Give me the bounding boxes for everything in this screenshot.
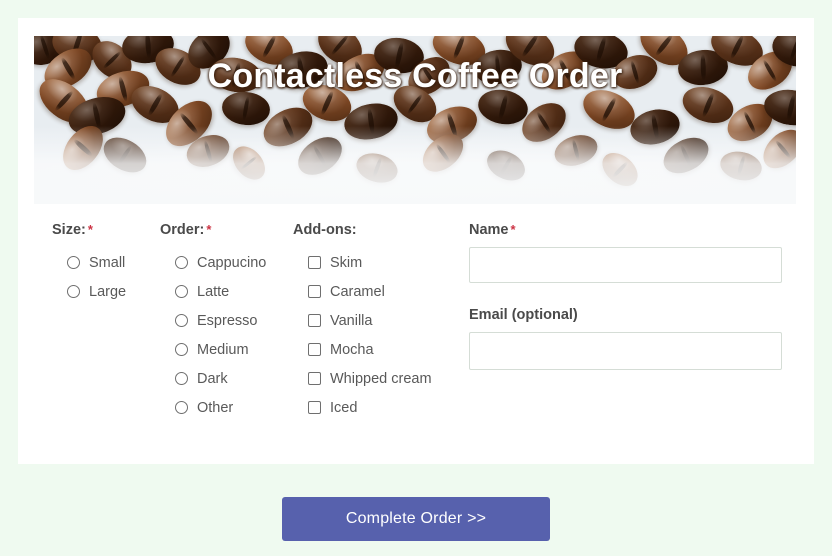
radio-icon[interactable] <box>175 372 188 385</box>
radio-option-latte[interactable]: Latte <box>160 277 308 306</box>
radio-icon[interactable] <box>175 285 188 298</box>
name-required-marker: * <box>510 222 516 237</box>
option-label: Mocha <box>330 341 374 358</box>
checkbox-option-iced[interactable]: Iced <box>293 393 473 422</box>
checkbox-option-vanilla[interactable]: Vanilla <box>293 306 473 335</box>
option-label: Vanilla <box>330 312 373 329</box>
radio-option-cappucino[interactable]: Cappucino <box>160 248 308 277</box>
name-label-text: Name <box>469 222 509 238</box>
radio-option-other[interactable]: Other <box>160 393 308 422</box>
size-group: Size: * Small Large <box>52 222 156 306</box>
checkbox-option-caramel[interactable]: Caramel <box>293 277 473 306</box>
size-group-label: Size: * <box>52 222 156 238</box>
checkbox-option-mocha[interactable]: Mocha <box>293 335 473 364</box>
option-label: Dark <box>197 370 228 387</box>
name-input[interactable] <box>469 247 782 283</box>
radio-option-dark[interactable]: Dark <box>160 364 308 393</box>
option-label: Other <box>197 399 234 416</box>
email-input[interactable] <box>469 332 782 370</box>
order-form-card: Contactless Coffee Order Size: * Small La… <box>18 18 814 464</box>
contact-fields: Name * Email (optional) <box>469 222 799 370</box>
option-label: Whipped cream <box>330 370 432 387</box>
checkbox-icon[interactable] <box>308 285 321 298</box>
checkbox-icon[interactable] <box>308 401 321 414</box>
option-label: Cappucino <box>197 254 267 271</box>
option-label: Medium <box>197 341 249 358</box>
radio-option-small[interactable]: Small <box>52 248 156 277</box>
radio-icon[interactable] <box>175 314 188 327</box>
order-required-marker: * <box>206 222 212 237</box>
checkbox-icon[interactable] <box>308 256 321 269</box>
addons-group: Add-ons: Skim Caramel Vanilla Mocha Whip… <box>293 222 473 422</box>
complete-order-button[interactable]: Complete Order >> <box>282 497 550 541</box>
page-title: Contactless Coffee Order <box>207 57 623 95</box>
option-label: Large <box>89 283 127 300</box>
size-label-text: Size: <box>52 222 86 238</box>
radio-icon[interactable] <box>175 343 188 356</box>
email-field-block: Email (optional) <box>469 307 799 370</box>
addons-group-label: Add-ons: <box>293 222 357 238</box>
checkbox-icon[interactable] <box>308 314 321 327</box>
checkbox-option-skim[interactable]: Skim <box>293 248 473 277</box>
option-label: Espresso <box>197 312 258 329</box>
radio-option-medium[interactable]: Medium <box>160 335 308 364</box>
page-root: Contactless Coffee Order Size: * Small La… <box>0 0 832 556</box>
order-group-label: Order: * <box>160 222 308 238</box>
option-label: Small <box>89 254 126 271</box>
radio-option-espresso[interactable]: Espresso <box>160 306 308 335</box>
order-group: Order:* Cappucino Latte Espresso Medium <box>160 222 308 422</box>
email-field-label: Email (optional) <box>469 307 578 323</box>
checkbox-icon[interactable] <box>308 343 321 356</box>
name-field-block: Name * <box>469 222 799 283</box>
radio-icon[interactable] <box>67 256 80 269</box>
order-label-text: Order: <box>160 222 205 238</box>
checkbox-icon[interactable] <box>308 372 321 385</box>
name-field-label: Name * <box>469 222 799 238</box>
radio-icon[interactable] <box>175 256 188 269</box>
option-label: Latte <box>197 283 230 300</box>
size-required-marker: * <box>87 222 93 237</box>
radio-icon[interactable] <box>175 401 188 414</box>
option-label: Skim <box>330 254 363 271</box>
header-banner: Contactless Coffee Order <box>34 36 796 204</box>
checkbox-option-whipped-cream[interactable]: Whipped cream <box>293 364 473 393</box>
radio-option-large[interactable]: Large <box>52 277 156 306</box>
radio-icon[interactable] <box>67 285 80 298</box>
submit-area: Complete Order >> <box>0 497 832 541</box>
option-label: Caramel <box>330 283 385 300</box>
option-label: Iced <box>330 399 358 416</box>
